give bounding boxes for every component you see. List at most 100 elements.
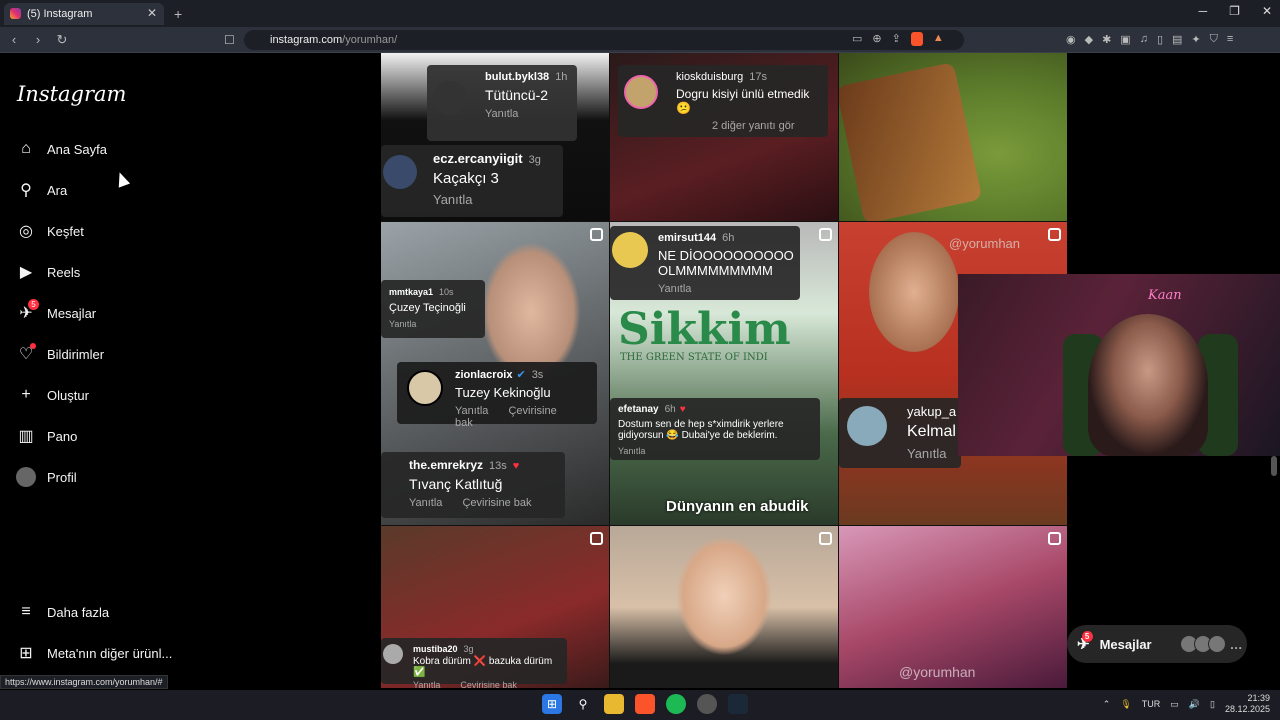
sikkim-overlay-text: Sikkim: [618, 304, 791, 355]
reel-thumbnail[interactable]: @yorumhan: [839, 526, 1067, 688]
chevron-up-icon[interactable]: ⌃: [1103, 699, 1111, 710]
translate-link[interactable]: Çevirisine bak: [460, 680, 517, 688]
instagram-logo[interactable]: Instagram: [17, 82, 126, 106]
scrollbar-thumb[interactable]: [1271, 456, 1277, 476]
sidebar-item-home[interactable]: ⌂ Ana Sayfa: [16, 139, 107, 159]
back-icon[interactable]: ‹: [4, 32, 24, 47]
reel-thumbnail[interactable]: [610, 526, 838, 688]
taskbar: ⊞ ⚲ ⌃ 🎙 TUR ▭ 🔊 ▯ 21:39 28.12.2025: [0, 690, 1280, 720]
url-path: /yorumhan/: [342, 34, 398, 46]
discord-icon[interactable]: [697, 694, 717, 714]
reply-link[interactable]: Yanıtla: [455, 405, 488, 417]
compass-icon: ◎: [19, 223, 33, 240]
language-indicator[interactable]: TUR: [1142, 699, 1161, 709]
reply-link[interactable]: Yanıtla: [433, 192, 555, 207]
comment-time: 17s: [749, 71, 768, 83]
avatar: [383, 644, 403, 664]
search-icon: ⚲: [20, 182, 32, 199]
reply-link[interactable]: Yanıtla: [658, 283, 792, 295]
reel-thumbnail[interactable]: mmtkaya1 10s Çuzey Teçinoğli Yanıtla zion…: [381, 222, 609, 525]
comment-card: efetanay 6h ♥ Dostum sen de hep s*ximdirik…: [610, 398, 820, 460]
extension-icon[interactable]: ▣: [1120, 33, 1130, 46]
reel-thumbnail[interactable]: bulut.bykl38 1h Tütüncü-2 Yanıtla ecz.erc…: [381, 53, 609, 221]
sidebar-item-profile[interactable]: Profil: [16, 467, 77, 487]
wallet-icon[interactable]: ▤: [1172, 33, 1182, 46]
comment-text: Çuzey Teçinoğli: [389, 302, 466, 314]
puzzle-icon[interactable]: ✱: [1102, 33, 1111, 46]
zoom-icon[interactable]: ⊕: [872, 32, 881, 46]
more-icon: …: [1229, 636, 1243, 652]
share-icon[interactable]: ⇪: [892, 32, 901, 46]
vpn-icon[interactable]: ⛉: [1210, 33, 1218, 46]
reply-link[interactable]: Yanıtla: [409, 497, 442, 509]
comment-text: Tütüncü-2: [485, 87, 549, 103]
sidebar-item-messages[interactable]: ✈ 5 Mesajlar: [16, 299, 96, 323]
sidebar-item-more[interactable]: ≡ Daha fazla: [16, 602, 109, 622]
sidebar-item-dashboard[interactable]: ▥ Pano: [16, 426, 77, 446]
microphone-icon[interactable]: 🎙: [1120, 699, 1131, 710]
reel-icon: [590, 532, 603, 545]
minimize-icon[interactable]: ─: [1199, 4, 1208, 18]
close-window-icon[interactable]: ✕: [1262, 4, 1272, 18]
reply-link[interactable]: Yanıtla: [618, 446, 812, 456]
new-tab-button[interactable]: +: [174, 6, 182, 22]
network-icon[interactable]: ▭: [1170, 699, 1179, 710]
cast-icon[interactable]: ▭: [852, 32, 862, 46]
webcam-overlay: Kaan: [958, 274, 1280, 456]
messages-floating-button[interactable]: ✈ 5 Mesajlar …: [1067, 625, 1247, 663]
browser-tab[interactable]: (5) Instagram ✕: [4, 2, 164, 25]
comment-card: bulut.bykl38 1h Tütüncü-2 Yanıtla: [427, 65, 577, 141]
meta-apps-icon: ⊞: [19, 645, 33, 662]
reel-thumbnail[interactable]: mustiba20 3g Kobra dürüm ❌ bazuka dürüm ✅…: [381, 526, 609, 688]
home-icon: ⌂: [21, 140, 31, 157]
search-icon[interactable]: ⚲: [573, 694, 593, 714]
steam-icon[interactable]: [728, 694, 748, 714]
messenger-icon: ✈ 5: [16, 299, 39, 323]
sidebar-item-search[interactable]: ⚲ Ara: [16, 180, 67, 200]
reel-thumbnail[interactable]: emirsut144 6h NE DİOOOOOOOOOO OLMMMMMMMMM…: [610, 222, 838, 525]
translate-link[interactable]: Çevirisine bak: [462, 497, 531, 509]
avatar: [1207, 635, 1226, 653]
sidebar-item-reels[interactable]: ▶ Reels: [16, 262, 80, 282]
brave-rewards-icon[interactable]: ▲: [933, 32, 944, 46]
reply-link[interactable]: Yanıtla: [907, 446, 953, 461]
reply-link[interactable]: Yanıtla: [389, 319, 477, 329]
reel-icon: [1048, 532, 1061, 545]
watermark: @yorumhan: [899, 664, 976, 680]
reload-icon[interactable]: ↻: [52, 32, 72, 48]
sidebar-item-notifications[interactable]: ♡ Bildirimler: [16, 343, 104, 364]
battery-icon[interactable]: ▯: [1210, 699, 1215, 710]
comment-card: ecz.ercanyiigit 3g Kaçakçı 3 Yanıtla: [381, 145, 563, 217]
sidebar-item-meta[interactable]: ⊞ Meta'nın diğer ürünl...: [16, 643, 172, 663]
brave-shield-icon[interactable]: [910, 32, 923, 46]
extension-icon[interactable]: ◆: [1085, 33, 1093, 46]
brave-browser-icon[interactable]: [635, 694, 655, 714]
reel-icon: [819, 532, 832, 545]
spotify-icon[interactable]: [666, 694, 686, 714]
sidebar-toggle-icon[interactable]: ▯: [1157, 33, 1163, 46]
windows-start-icon[interactable]: ⊞: [542, 694, 562, 714]
menu-icon[interactable]: ≡: [1227, 33, 1233, 46]
plus-icon: +: [21, 386, 31, 403]
bookmark-icon[interactable]: ☐: [224, 33, 235, 47]
extension-icon[interactable]: ◉: [1066, 33, 1076, 46]
music-icon[interactable]: ♫: [1140, 33, 1148, 46]
volume-icon[interactable]: 🔊: [1189, 699, 1200, 710]
reply-link[interactable]: Yanıtla: [485, 108, 569, 120]
url-host: instagram.com: [270, 34, 343, 46]
comment-card: mmtkaya1 10s Çuzey Teçinoğli Yanıtla: [381, 280, 485, 338]
more-replies-link[interactable]: 2 diğer yanıtı gör: [712, 120, 820, 132]
maximize-icon[interactable]: ❐: [1229, 4, 1240, 18]
reply-link[interactable]: Yanıtla: [413, 680, 440, 688]
sidebar-item-explore[interactable]: ◎ Keşfet: [16, 221, 84, 241]
close-tab-icon[interactable]: ✕: [147, 6, 157, 20]
verified-icon: ✔: [516, 369, 526, 381]
forward-icon[interactable]: ›: [28, 32, 48, 47]
reel-thumbnail[interactable]: [839, 53, 1067, 221]
leo-icon[interactable]: ✦: [1191, 33, 1200, 46]
clock[interactable]: 21:39 28.12.2025: [1225, 693, 1270, 715]
file-explorer-icon[interactable]: [604, 694, 624, 714]
sidebar-item-create[interactable]: + Oluştur: [16, 385, 89, 405]
comment-time: 3s: [531, 369, 544, 381]
reel-thumbnail[interactable]: kioskduisburg 17s Dogru kisiyi ünlü etmed…: [610, 53, 838, 221]
